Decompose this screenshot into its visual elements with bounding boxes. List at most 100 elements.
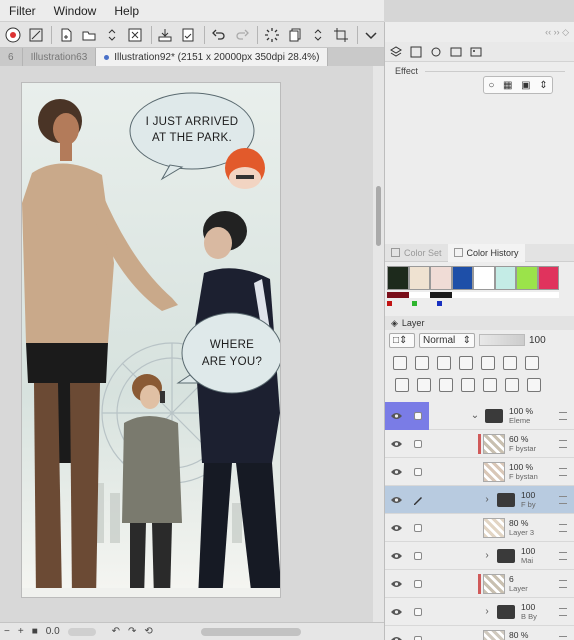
edit-checkbox[interactable]	[407, 430, 429, 458]
tab-illustration63[interactable]: Illustration63	[23, 48, 97, 66]
image-panel-icon[interactable]	[469, 45, 483, 59]
chevron-right-icon[interactable]: ›	[481, 494, 493, 505]
layer-row[interactable]: 100 % F bystan	[385, 458, 574, 486]
edit-checkbox[interactable]	[407, 514, 429, 542]
color-swatch[interactable]	[451, 266, 473, 290]
color-swatch[interactable]	[473, 266, 495, 290]
scrollbar-thumb[interactable]	[376, 186, 381, 246]
color-swatch-small[interactable]	[473, 292, 495, 298]
close-x-icon[interactable]	[125, 24, 146, 46]
chevron-arrows-icon[interactable]	[308, 24, 329, 46]
open-folder-icon[interactable]	[78, 24, 99, 46]
chevron-updown-icon[interactable]: ⇕	[539, 80, 547, 91]
zoom-value[interactable]: 0.0	[46, 626, 60, 637]
layer-color-box[interactable]: □⇕	[389, 332, 415, 348]
lock-icon[interactable]	[459, 356, 473, 370]
navigator-icon[interactable]	[449, 45, 463, 59]
eye-icon[interactable]	[385, 542, 407, 570]
color-swatch-small[interactable]	[494, 292, 516, 298]
copy-layers-icon[interactable]	[284, 24, 305, 46]
layer-row[interactable]: 80 %Ad	[385, 626, 574, 640]
chevron-right-icon[interactable]: ›	[481, 550, 493, 561]
drag-handle-icon[interactable]	[559, 552, 567, 560]
canvas-horizontal-scrollbar[interactable]	[200, 627, 301, 636]
brush-size-icon[interactable]	[429, 45, 443, 59]
menu-filter[interactable]: Filter	[0, 4, 45, 18]
reference-icon[interactable]	[415, 356, 429, 370]
blend-mode-select[interactable]: Normal ⇕	[419, 332, 475, 348]
effect-selector[interactable]: ○ ▦ ▣ ⇕	[483, 76, 553, 94]
color-swatch-small[interactable]	[430, 292, 452, 298]
canvas-vertical-scrollbar[interactable]	[373, 66, 384, 622]
eye-icon[interactable]	[385, 626, 407, 640]
zoom-slider[interactable]	[67, 627, 96, 636]
drag-handle-icon[interactable]	[559, 608, 567, 616]
app-logo-icon[interactable]	[2, 24, 23, 46]
tab-color-set[interactable]: Color Set	[385, 244, 448, 262]
effect-none-icon[interactable]: ○	[488, 80, 494, 91]
layer-row[interactable]: › 100 F by	[385, 486, 574, 514]
menu-help[interactable]: Help	[105, 4, 148, 18]
drag-handle-icon[interactable]	[559, 496, 567, 504]
edit-checkbox[interactable]	[407, 626, 429, 640]
new-file-icon[interactable]	[55, 24, 76, 46]
edit-checkbox[interactable]	[407, 458, 429, 486]
eye-icon[interactable]	[385, 430, 407, 458]
new-folder-icon[interactable]	[439, 378, 453, 392]
drag-handle-icon[interactable]	[559, 412, 567, 420]
artboard[interactable]: I JUST ARRIVED AT THE PARK. WHERE ARE YO…	[21, 82, 281, 598]
merge-down-icon[interactable]	[483, 378, 497, 392]
drag-handle-icon[interactable]	[559, 580, 567, 588]
ruler-icon[interactable]	[525, 356, 539, 370]
color-swatch[interactable]	[430, 266, 452, 290]
save-tray-icon[interactable]	[155, 24, 176, 46]
layer-row[interactable]: 60 % F bystar	[385, 430, 574, 458]
eye-icon[interactable]	[385, 402, 407, 430]
drag-handle-icon[interactable]	[559, 524, 567, 532]
zoom-in-icon[interactable]: +	[18, 626, 24, 637]
layer-row[interactable]: ⌄ 100 % Eleme	[385, 402, 574, 430]
color-dot[interactable]	[437, 301, 442, 306]
color-swatch-small[interactable]	[537, 292, 559, 298]
tab-partial[interactable]: 6	[0, 48, 23, 66]
loading-spinner-icon[interactable]	[261, 24, 282, 46]
opacity-slider[interactable]	[479, 334, 525, 346]
rotate-left-icon[interactable]: ↶	[112, 626, 120, 637]
crop-icon[interactable]	[331, 24, 352, 46]
color-swatch-small[interactable]	[451, 292, 473, 298]
clip-icon[interactable]	[393, 356, 407, 370]
layer-row[interactable]: › 100 B By	[385, 598, 574, 626]
layer-property-icon[interactable]	[389, 45, 403, 59]
layer-row[interactable]: › 100 Mai	[385, 542, 574, 570]
edit-checkbox[interactable]	[407, 542, 429, 570]
chevron-right-icon[interactable]: ›	[481, 606, 493, 617]
eye-icon[interactable]	[385, 570, 407, 598]
save-doc-icon[interactable]	[178, 24, 199, 46]
drag-handle-icon[interactable]	[559, 440, 567, 448]
pen-icon[interactable]	[407, 486, 429, 514]
color-swatch[interactable]	[408, 266, 430, 290]
drag-handle-icon[interactable]	[559, 468, 567, 476]
tool-property-icon[interactable]	[409, 45, 423, 59]
edit-checkbox[interactable]	[407, 402, 429, 430]
draft-icon[interactable]	[437, 356, 451, 370]
edit-checkbox[interactable]	[407, 598, 429, 626]
reset-rotation-icon[interactable]: ⟲	[144, 626, 152, 637]
effect-tone-icon[interactable]: ▦	[503, 80, 512, 91]
menu-window[interactable]: Window	[45, 4, 106, 18]
effect-border-icon[interactable]: ▣	[521, 80, 530, 91]
color-swatch-small[interactable]	[516, 292, 538, 298]
transfer-down-icon[interactable]	[461, 378, 475, 392]
color-swatch[interactable]	[494, 266, 516, 290]
mask-icon[interactable]	[503, 356, 517, 370]
transform-icon[interactable]	[25, 24, 46, 46]
edit-checkbox[interactable]	[407, 570, 429, 598]
opacity-value[interactable]: 100	[529, 335, 546, 346]
color-swatch[interactable]	[537, 266, 559, 290]
color-swatch[interactable]	[516, 266, 538, 290]
layer-row[interactable]: 80 % Layer 3	[385, 514, 574, 542]
eye-icon[interactable]	[385, 486, 407, 514]
create-mask-icon[interactable]	[505, 378, 519, 392]
collapse-arrows-icon[interactable]: ‹‹ ›› ◇	[545, 27, 569, 38]
new-vector-layer-icon[interactable]	[417, 378, 431, 392]
